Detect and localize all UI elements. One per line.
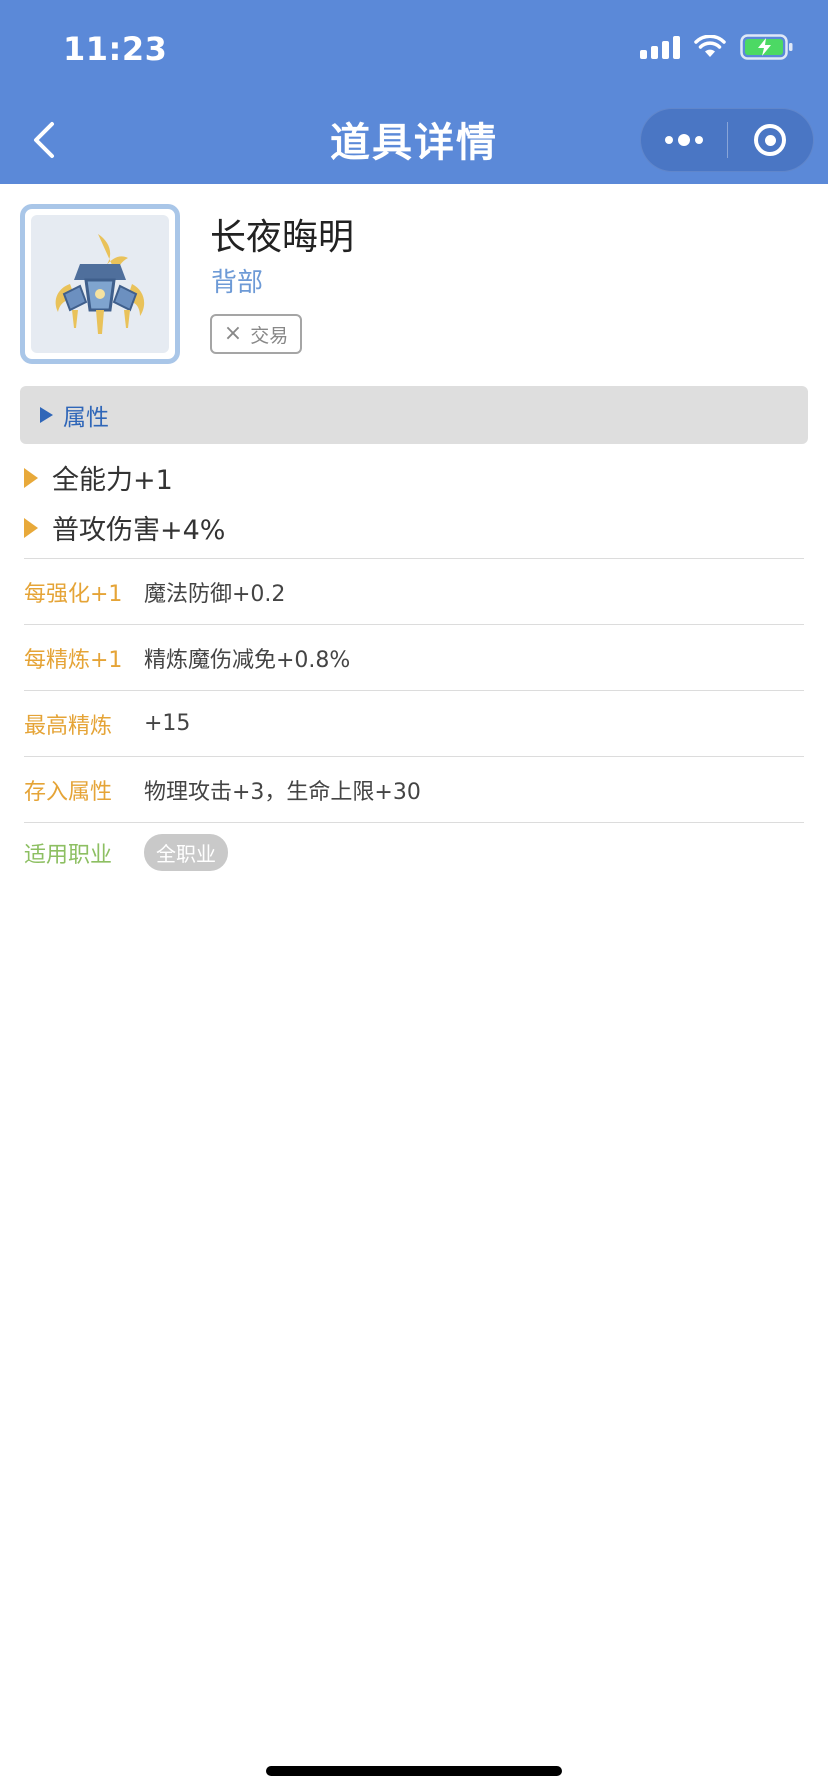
detail-value: +15 bbox=[144, 711, 191, 736]
triangle-bullet-icon bbox=[24, 517, 38, 538]
more-dots-icon bbox=[664, 134, 703, 146]
attributes-section-label: 属性 bbox=[63, 405, 109, 431]
detail-value: 物理攻击+3，生命上限+30 bbox=[144, 779, 421, 805]
detail-value: 魔法防御+0.2 bbox=[144, 581, 286, 607]
cross-icon: × bbox=[223, 321, 243, 346]
trade-tag-label: 交易 bbox=[250, 324, 289, 347]
class-row: 适用职业 全职业 bbox=[24, 822, 804, 882]
attribute-text: 全能力+1 bbox=[52, 465, 173, 496]
status-icons bbox=[640, 34, 794, 60]
detail-row: 每强化+1 魔法防御+0.2 bbox=[24, 558, 804, 624]
target-icon bbox=[754, 124, 787, 156]
class-badge: 全职业 bbox=[144, 834, 228, 871]
attribute-line: 普攻伤害+4% bbox=[24, 508, 225, 547]
detail-value: 精炼魔伤减免+0.8% bbox=[144, 647, 351, 673]
class-label: 适用职业 bbox=[24, 842, 113, 868]
mini-program-capsule bbox=[640, 108, 814, 172]
item-slot: 背部 bbox=[211, 268, 264, 298]
attribute-text: 普攻伤害+4% bbox=[52, 515, 226, 546]
signal-icon bbox=[640, 35, 680, 59]
lantern-wings-icon bbox=[55, 234, 145, 334]
item-name: 长夜晦明 bbox=[210, 217, 355, 258]
detail-label: 存入属性 bbox=[24, 779, 113, 805]
detail-label: 最高精炼 bbox=[24, 713, 113, 739]
status-time: 11:23 bbox=[63, 30, 168, 68]
detail-row: 最高精炼 +15 bbox=[24, 690, 804, 756]
item-image bbox=[20, 204, 180, 364]
attribute-line: 全能力+1 bbox=[24, 458, 173, 497]
attributes-section-header[interactable]: 属性 bbox=[20, 386, 808, 444]
triangle-bullet-icon bbox=[24, 467, 38, 488]
close-mini-program-button[interactable] bbox=[728, 109, 814, 171]
item-image-inner bbox=[31, 215, 169, 353]
detail-label: 每强化+1 bbox=[24, 581, 123, 607]
wifi-icon bbox=[694, 35, 726, 59]
home-indicator bbox=[266, 1766, 562, 1776]
triangle-right-icon bbox=[40, 407, 53, 423]
more-button[interactable] bbox=[641, 109, 727, 171]
header: 11:23 道具详情 bbox=[0, 0, 828, 184]
detail-label: 每精炼+1 bbox=[24, 647, 123, 673]
detail-row: 每精炼+1 精炼魔伤减免+0.8% bbox=[24, 624, 804, 690]
battery-icon bbox=[740, 34, 794, 60]
detail-row: 存入属性 物理攻击+3，生命上限+30 bbox=[24, 756, 804, 822]
trade-tag: × 交易 bbox=[210, 314, 302, 354]
